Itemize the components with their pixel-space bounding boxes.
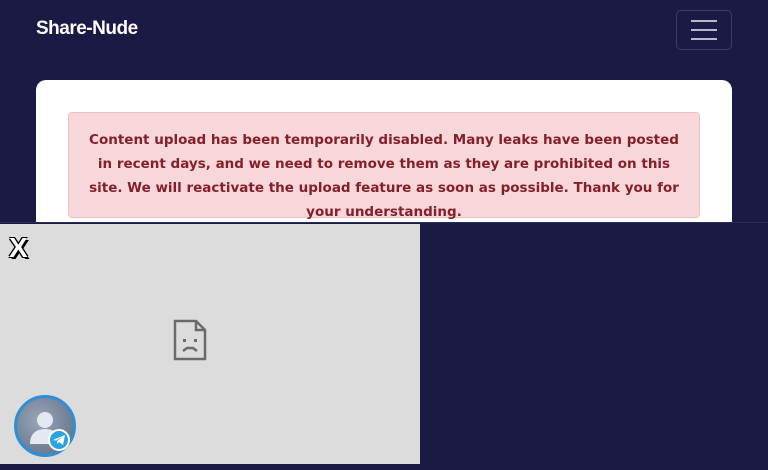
navbar: Share-Nude xyxy=(0,0,768,62)
telegram-icon[interactable] xyxy=(48,429,70,451)
hamburger-icon xyxy=(691,38,717,40)
hamburger-icon xyxy=(691,29,717,31)
close-button[interactable]: X xyxy=(9,234,28,262)
popup-overlay: X xyxy=(0,222,768,470)
menu-toggle-button[interactable] xyxy=(676,10,732,50)
content-card: Content upload has been temporarily disa… xyxy=(36,80,732,240)
upload-disabled-alert: Content upload has been temporarily disa… xyxy=(68,112,700,220)
hamburger-icon xyxy=(691,20,717,22)
brand-link[interactable]: Share-Nude xyxy=(36,18,138,40)
telegram-plane-icon xyxy=(53,435,65,445)
broken-page-icon xyxy=(173,319,207,361)
